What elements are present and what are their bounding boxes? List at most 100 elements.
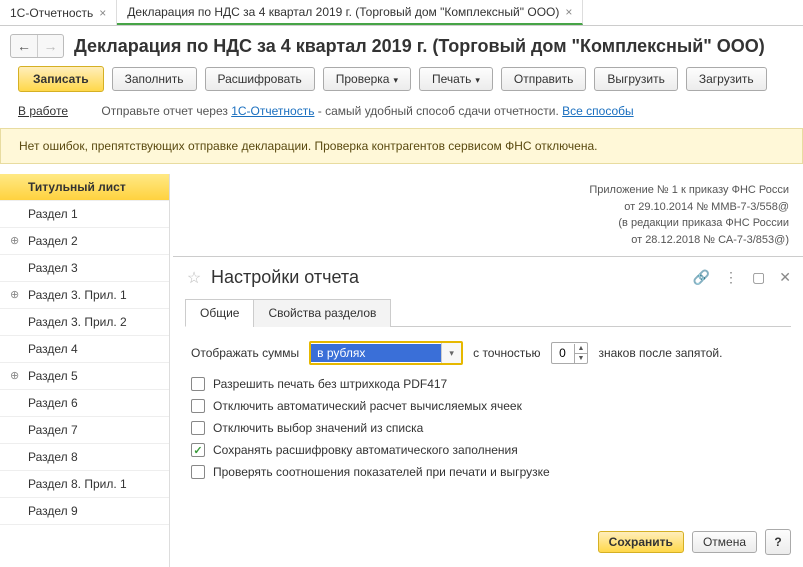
expand-icon[interactable]: ⊕ (10, 234, 19, 247)
ref-line: (в редакции приказа ФНС России (184, 215, 789, 232)
sidebar-item[interactable]: Раздел 9 (0, 498, 169, 525)
sidebar-item-label: Раздел 2 (28, 234, 78, 248)
ref-line: Приложение № 1 к приказу ФНС Росси (184, 182, 789, 199)
tab-section-properties[interactable]: Свойства разделов (253, 299, 391, 327)
sections-sidebar[interactable]: Титульный лист Раздел 1 ⊕ Раздел 2 Раздел 3 ⊕… (0, 174, 170, 567)
spinner-down-icon[interactable]: ▼ (575, 353, 588, 363)
checkbox[interactable] (191, 399, 205, 413)
reference-text: Приложение № 1 к приказу ФНС Росси от 29… (184, 182, 789, 248)
send-button[interactable]: Отправить (501, 67, 587, 91)
expand-icon[interactable]: ⊕ (10, 288, 19, 301)
status-line: В работе Отправьте отчет через 1С-Отчетн… (0, 100, 803, 128)
chevron-down-icon[interactable]: ▾ (441, 343, 461, 363)
status-link[interactable]: В работе (18, 104, 68, 118)
sidebar-item[interactable]: Раздел 8 (0, 444, 169, 471)
sidebar-item[interactable]: Раздел 4 (0, 336, 169, 363)
checkbox[interactable] (191, 443, 205, 457)
decrypt-button[interactable]: Расшифровать (205, 67, 315, 91)
expand-icon[interactable]: ⊕ (10, 369, 19, 382)
sidebar-item-label: Раздел 6 (28, 396, 78, 410)
sidebar-item[interactable]: Титульный лист (0, 174, 169, 201)
banner-no-errors: Нет ошибок, препятствующих отправке декл… (0, 128, 803, 164)
print-button[interactable]: Печать ▾ (419, 67, 493, 91)
sidebar-item-label: Раздел 9 (28, 504, 78, 518)
checkbox-label: Проверять соотношения показателей при пе… (213, 465, 550, 479)
sidebar-item-label: Раздел 3 (28, 261, 78, 275)
checkbox-row: Отключить выбор значений из списка (191, 421, 785, 435)
sidebar-item[interactable]: ⊕ Раздел 5 (0, 363, 169, 390)
sidebar-item-label: Титульный лист (28, 180, 126, 194)
spinner-up-icon[interactable]: ▲ (575, 344, 588, 353)
checkbox-row: Проверять соотношения показателей при пе… (191, 465, 785, 479)
precision-label: с точностью (473, 346, 540, 360)
page-title: Декларация по НДС за 4 квартал 2019 г. (… (74, 36, 765, 57)
checkbox[interactable] (191, 377, 205, 391)
fill-button[interactable]: Заполнить (112, 67, 197, 91)
nav-forward-button[interactable]: → (37, 35, 63, 57)
checkbox-label: Отключить выбор значений из списка (213, 421, 423, 435)
dialog-title: Настройки отчета (211, 267, 693, 288)
hint-link-all[interactable]: Все способы (562, 104, 634, 118)
sidebar-item[interactable]: Раздел 6 (0, 390, 169, 417)
checkbox-label: Отключить автоматический расчет вычисляе… (213, 399, 522, 413)
close-icon[interactable]: ✕ (779, 269, 791, 286)
display-amounts-input[interactable] (311, 344, 441, 362)
close-icon[interactable]: × (99, 7, 106, 19)
sidebar-item[interactable]: Раздел 1 (0, 201, 169, 228)
sidebar-item[interactable]: Раздел 8. Прил. 1 (0, 471, 169, 498)
sidebar-item-label: Раздел 8 (28, 450, 78, 464)
tab-declaration[interactable]: Декларация по НДС за 4 квартал 2019 г. (… (117, 0, 583, 25)
tab-general[interactable]: Общие (185, 299, 254, 327)
nav-arrows: ← → (10, 34, 64, 58)
sidebar-item[interactable]: Раздел 3 (0, 255, 169, 282)
sidebar-item-label: Раздел 3. Прил. 2 (28, 315, 127, 329)
tab-label: Декларация по НДС за 4 квартал 2019 г. (… (127, 5, 559, 19)
more-icon[interactable]: ⋮ (724, 269, 738, 286)
dialog-cancel-button[interactable]: Отмена (692, 531, 757, 553)
spinner-buttons: ▲ ▼ (574, 344, 588, 363)
hint-text: Отправьте отчет через (101, 104, 231, 118)
sidebar-item-label: Раздел 7 (28, 423, 78, 437)
link-icon[interactable]: 🔗 (693, 269, 710, 286)
display-amounts-row: Отображать суммы ▾ с точностью ▲ ▼ знако… (191, 341, 785, 365)
checkbox-label: Разрешить печать без штрихкода PDF417 (213, 377, 447, 391)
print-label: Печать (432, 72, 471, 86)
import-button[interactable]: Загрузить (686, 67, 767, 91)
checkbox-row: Отключить автоматический расчет вычисляе… (191, 399, 785, 413)
nav-back-button[interactable]: ← (11, 35, 37, 57)
checkbox[interactable] (191, 465, 205, 479)
tab-reporting[interactable]: 1С-Отчетность × (0, 0, 117, 25)
sidebar-item-label: Раздел 5 (28, 369, 78, 383)
tab-label: 1С-Отчетность (10, 6, 93, 20)
export-button[interactable]: Выгрузить (594, 67, 678, 91)
header-row: ← → Декларация по НДС за 4 квартал 2019 … (0, 26, 803, 66)
dialog-tabs: Общие Свойства разделов (185, 298, 791, 327)
precision-spinner[interactable]: ▲ ▼ (551, 342, 589, 364)
sidebar-item[interactable]: Раздел 7 (0, 417, 169, 444)
check-label: Проверка (336, 72, 390, 86)
star-icon[interactable]: ☆ (185, 269, 203, 287)
sidebar-item[interactable]: ⊕ Раздел 2 (0, 228, 169, 255)
checkbox-row: Разрешить печать без штрихкода PDF417 (191, 377, 785, 391)
check-button[interactable]: Проверка▾ (323, 67, 411, 91)
sidebar-item[interactable]: ⊕Раздел 3. Прил. 1 (0, 282, 169, 309)
help-button[interactable]: ? (765, 529, 791, 555)
chevron-down-icon: ▾ (393, 75, 398, 85)
sidebar-item[interactable]: Раздел 3. Прил. 2 (0, 309, 169, 336)
dialog-footer: Сохранить Отмена ? (173, 529, 803, 567)
save-button[interactable]: Записать (18, 66, 104, 92)
ref-line: от 29.10.2014 № ММВ-7-3/558@ (184, 199, 789, 216)
dialog-save-button[interactable]: Сохранить (598, 531, 684, 553)
dialog-head-icons: 🔗 ⋮ ▢ ✕ (693, 269, 791, 286)
report-settings-dialog: ☆ Настройки отчета 🔗 ⋮ ▢ ✕ Общие Свойств… (173, 256, 803, 567)
sidebar-item-label: Раздел 8. Прил. 1 (28, 477, 127, 491)
chevron-down-icon: ▾ (475, 75, 480, 85)
dialog-body: Отображать суммы ▾ с точностью ▲ ▼ знако… (173, 327, 803, 529)
hint-link-1c[interactable]: 1С-Отчетность (231, 104, 314, 118)
precision-input[interactable] (552, 345, 574, 361)
maximize-icon[interactable]: ▢ (752, 269, 765, 286)
close-icon[interactable]: × (565, 6, 572, 18)
checkbox[interactable] (191, 421, 205, 435)
display-amounts-label: Отображать суммы (191, 346, 299, 360)
display-amounts-combo[interactable]: ▾ (309, 341, 463, 365)
